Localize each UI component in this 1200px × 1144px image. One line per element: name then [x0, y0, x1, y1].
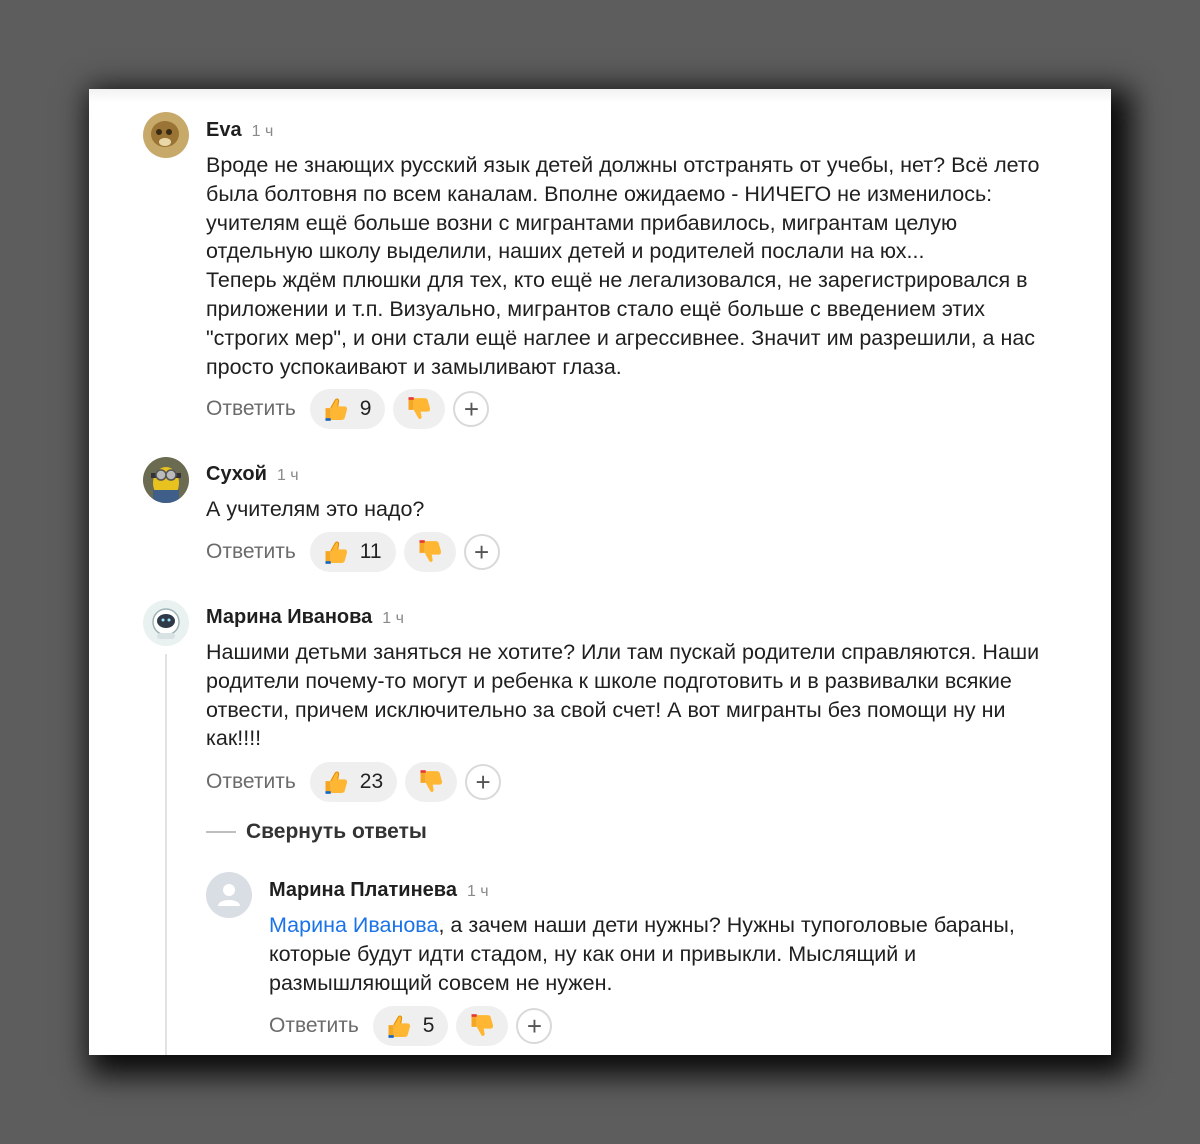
comment-header: Сухой 1 ч — [206, 463, 299, 486]
thumbs-up-icon — [322, 538, 350, 566]
comment-line: Вроде не знающих русский язык детей долж… — [206, 153, 1040, 177]
comment-line: приложении и т.п. Визуально, мигрантов с… — [206, 296, 986, 321]
like-count: 9 — [359, 397, 372, 420]
avatar-astronaut-image — [143, 600, 189, 646]
thumbs-down-icon — [405, 395, 433, 423]
reply-button[interactable]: Ответить — [206, 397, 296, 421]
comment-line: отвести, причем исключительно за свой сч… — [206, 697, 1006, 722]
plus-icon: + — [473, 536, 490, 567]
add-reaction-button[interactable]: + — [516, 1008, 553, 1044]
avatar[interactable] — [143, 600, 189, 646]
reply-button[interactable]: Ответить — [269, 1014, 359, 1038]
thumbs-up-icon — [322, 768, 350, 796]
comment-line: Нашими детьми заняться не хотите? Или та… — [206, 640, 1040, 664]
thumbs-down-icon — [417, 768, 445, 796]
avatar-minion-image — [143, 457, 189, 503]
reply-button[interactable]: Ответить — [206, 540, 296, 564]
comment-text: Марина Иванова, а зачем наши дети нужны?… — [269, 911, 1015, 997]
add-reaction-button[interactable]: + — [465, 764, 502, 800]
comment-line: была болтовня по всем каналам. Вполне ож… — [206, 181, 993, 206]
comment-line: Марина Иванова, а зачем наши дети нужны?… — [269, 911, 1015, 940]
thumbs-up-icon — [322, 395, 350, 423]
comment-line: А учителям это надо? — [206, 497, 425, 521]
comment-text: Вроде не знающих русский язык детей долж… — [206, 151, 1039, 381]
author-name[interactable]: Марина Платинева — [269, 879, 457, 901]
plus-icon: + — [475, 766, 491, 797]
like-button[interactable]: 9 — [309, 389, 386, 429]
default-user-icon — [206, 872, 252, 918]
thread-line — [165, 654, 167, 1055]
comment-line: размышляющий совсем не нужен. — [269, 970, 613, 995]
avatar[interactable] — [143, 112, 189, 158]
panel-top-shade — [89, 89, 1111, 103]
collapse-replies-label: Свернуть ответы — [246, 820, 427, 843]
comment-actions: Ответить 23 + — [206, 762, 502, 802]
avatar[interactable] — [206, 872, 252, 918]
author-name[interactable]: Сухой — [206, 463, 267, 485]
comment-text: Нашими детьми заняться не хотите? Или та… — [206, 638, 1039, 753]
author-name[interactable]: Марина Иванова — [206, 606, 372, 628]
comments-panel: Eva 1 ч Вроде не знающих русский язык дет… — [89, 89, 1111, 1055]
author-name[interactable]: Eva — [206, 119, 242, 141]
collapse-dash — [206, 831, 236, 833]
comment-time: 1 ч — [466, 883, 489, 900]
comment-line: как!!!! — [206, 726, 262, 751]
dislike-button[interactable] — [456, 1006, 509, 1046]
dislike-button[interactable] — [403, 532, 456, 572]
comment-actions: Ответить 11 + — [206, 532, 500, 572]
reply-button[interactable]: Ответить — [206, 770, 296, 794]
like-count: 23 — [359, 770, 384, 793]
comment-line: родители почему-то могут и ребенка к шко… — [206, 668, 1012, 693]
comment-line: Теперь ждём плюшки для тех, кто ещё не л… — [206, 268, 1028, 293]
comment-time: 1 ч — [382, 610, 404, 627]
collapse-replies-button[interactable]: Свернуть ответы — [206, 820, 427, 844]
like-count: 5 — [422, 1014, 435, 1037]
add-reaction-button[interactable]: + — [463, 534, 500, 570]
avatar[interactable] — [143, 457, 189, 503]
comment-header: Марина Иванова 1 ч — [206, 606, 404, 629]
comment-actions: Ответить 5 + — [269, 1006, 553, 1046]
dislike-button[interactable] — [405, 762, 458, 802]
thumbs-down-icon — [468, 1012, 496, 1040]
comment-line: просто успокаивают и замыливают глаза. — [206, 354, 622, 379]
like-button[interactable]: 11 — [309, 532, 396, 572]
comment-text-rest: , а зачем наши дети нужны? Нужны тупогол… — [438, 913, 1015, 937]
add-reaction-button[interactable]: + — [453, 391, 490, 427]
dislike-button[interactable] — [393, 389, 446, 429]
like-button[interactable]: 23 — [309, 762, 398, 802]
like-count: 11 — [359, 540, 382, 563]
comment-line: "строгих мер", и они стали ещё наглее и … — [206, 325, 1036, 350]
mention-link[interactable]: Марина Иванова — [269, 913, 438, 937]
comment-text: А учителям это надо? — [206, 495, 424, 524]
thumbs-down-icon — [416, 538, 444, 566]
plus-icon: + — [463, 393, 480, 424]
comment-line: учителям ещё больше возни с мигрантами п… — [206, 210, 958, 235]
comment-line: которые будут идти стадом, ну как они и … — [269, 941, 917, 966]
like-button[interactable]: 5 — [372, 1006, 449, 1046]
comment-header: Марина Платинева 1 ч — [269, 879, 489, 902]
thumbs-up-icon — [385, 1012, 413, 1040]
comment-header: Eva 1 ч — [206, 119, 273, 142]
plus-icon: + — [526, 1010, 543, 1041]
comment-time: 1 ч — [251, 123, 274, 140]
avatar-dog-image — [143, 112, 189, 158]
comment-actions: Ответить 9 + — [206, 389, 490, 429]
comment-line: отдельную школу выделили, наших детей и … — [206, 239, 925, 264]
comment-time: 1 ч — [276, 467, 299, 484]
